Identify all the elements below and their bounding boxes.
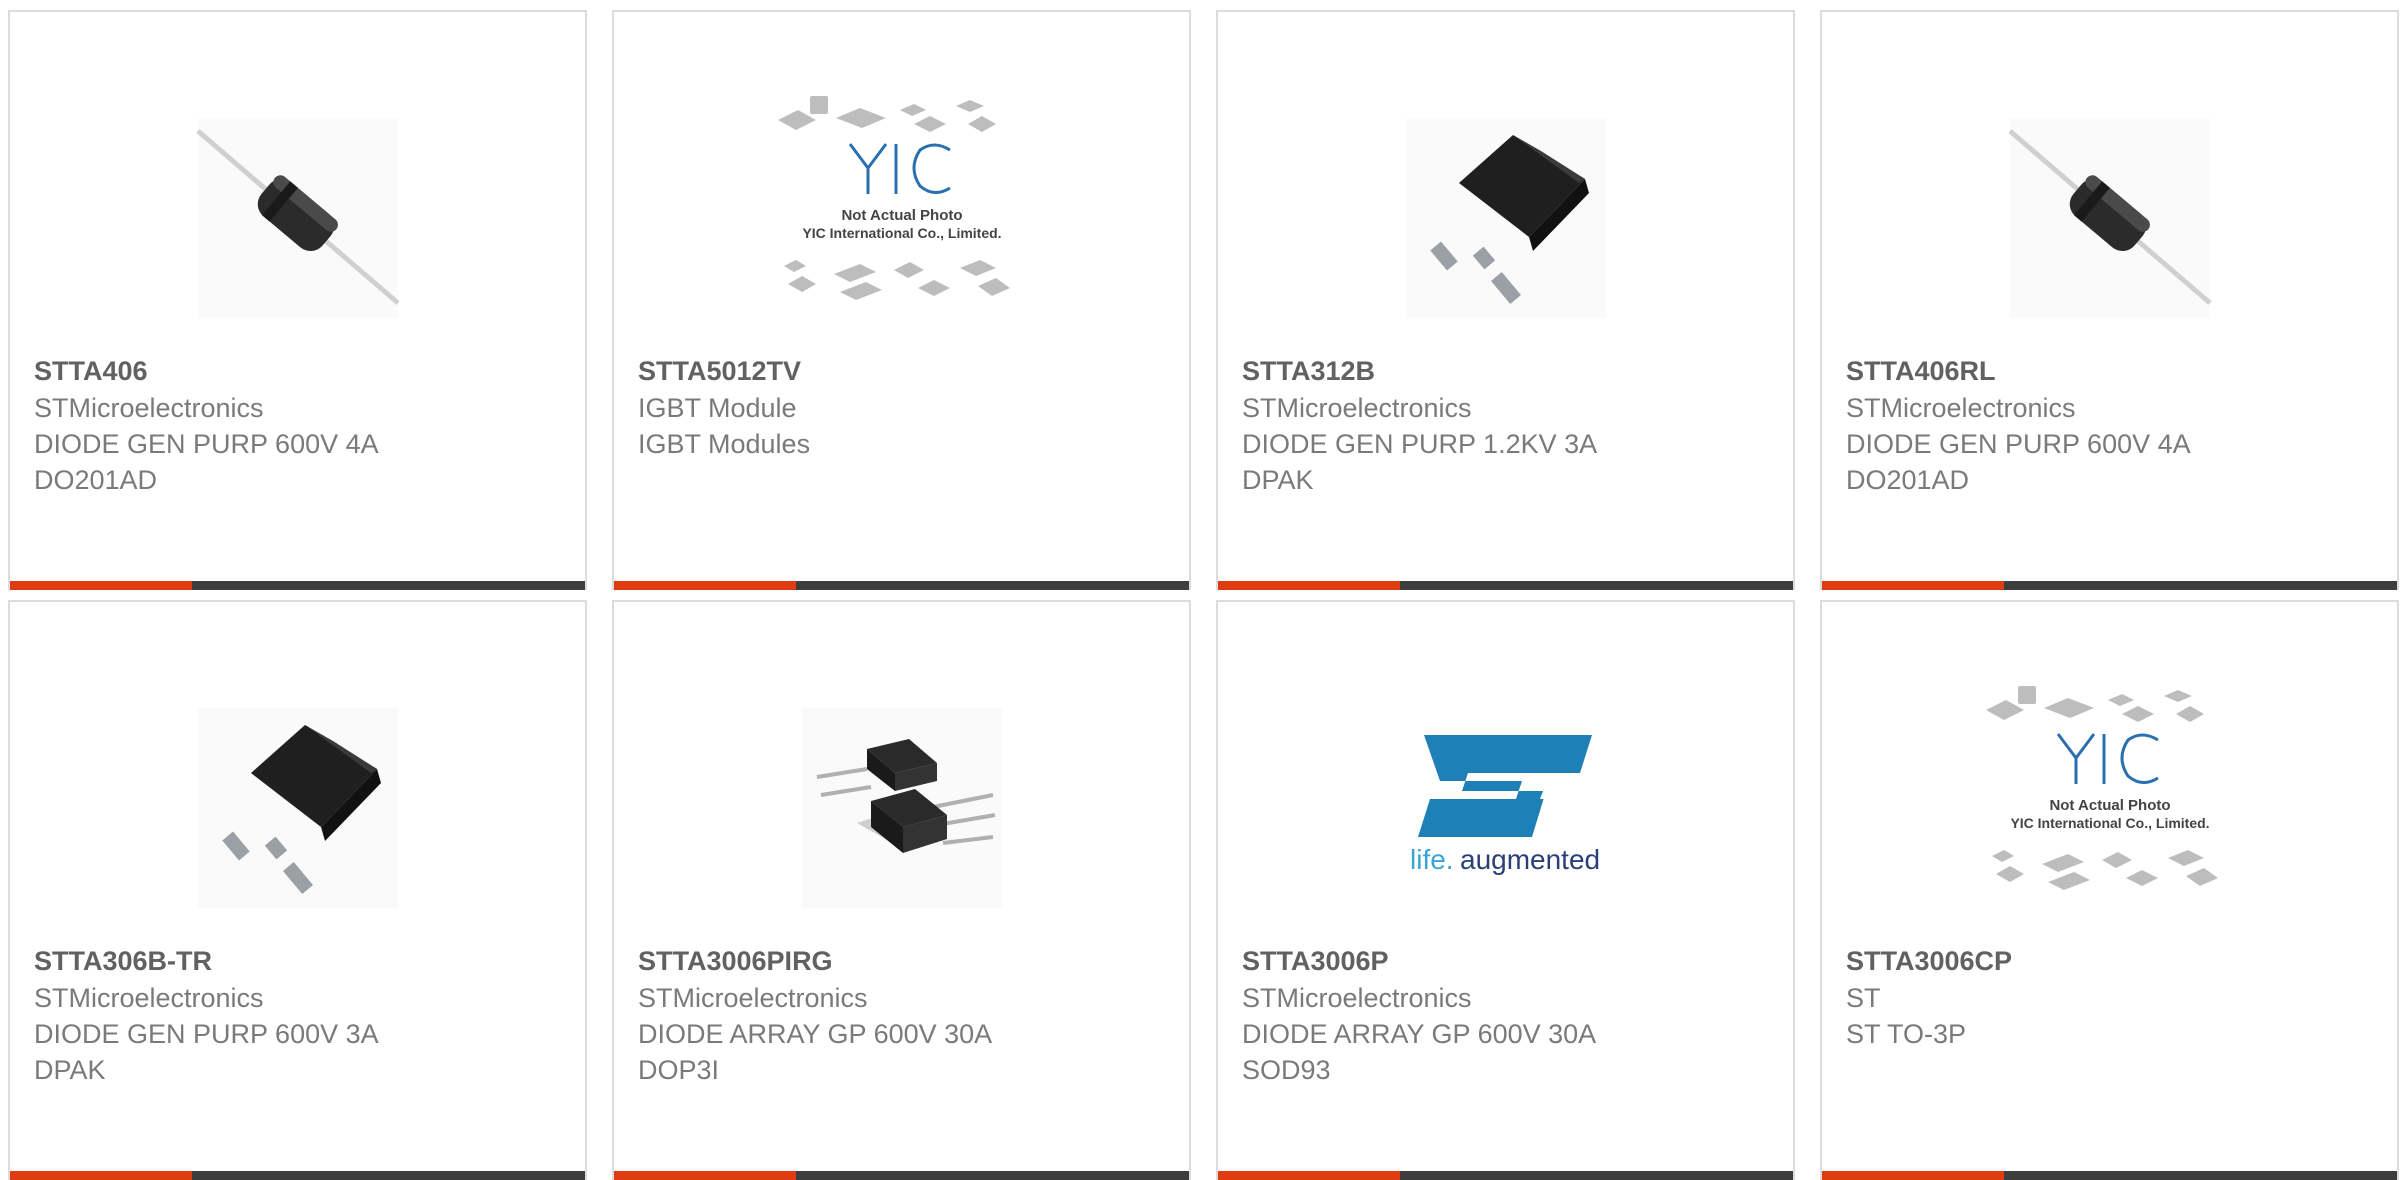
axial-diode-image — [2008, 118, 2212, 318]
card-accent-bar — [614, 581, 1189, 590]
svg-text:augmented: augmented — [1460, 844, 1600, 875]
svg-text:life.: life. — [1410, 844, 1454, 875]
part-number[interactable]: STTA3006P — [1242, 942, 1769, 980]
part-number[interactable]: STTA306B-TR — [34, 942, 561, 980]
svg-text:Not Actual Photo: Not Actual Photo — [841, 207, 962, 224]
st-logo-image: life. augmented — [1410, 735, 1600, 875]
package: DPAK — [1242, 465, 1314, 495]
package: DPAK — [34, 1055, 106, 1085]
card-accent-bar — [614, 1171, 1189, 1180]
dpak-image — [1406, 118, 1606, 318]
product-image[interactable]: Not Actual Photo YIC International Co., … — [764, 80, 1040, 356]
product-card[interactable]: Not Actual Photo YIC International Co., … — [612, 10, 1191, 590]
yic-placeholder-image: Not Actual Photo YIC International Co., … — [778, 96, 1010, 300]
product-card[interactable]: life. augmented STTA3006P STMicroelectro… — [1216, 600, 1795, 1180]
product-card[interactable]: STTA306B-TR STMicroelectronics DIODE GEN… — [8, 600, 587, 1180]
part-number[interactable]: STTA5012TV — [638, 352, 1165, 390]
description: DIODE GEN PURP 1.2KV 3A — [1242, 429, 1598, 459]
product-image[interactable] — [764, 670, 1040, 946]
description: IGBT Modules — [638, 429, 811, 459]
axial-diode-image — [196, 118, 400, 318]
to-package-image — [802, 708, 1002, 908]
product-image[interactable]: Not Actual Photo YIC International Co., … — [1972, 670, 2248, 946]
part-number[interactable]: STTA406 — [34, 352, 561, 390]
package: DO201AD — [34, 465, 158, 495]
package: SOD93 — [1242, 1055, 1331, 1085]
manufacturer: ST — [1846, 983, 1881, 1013]
product-image[interactable] — [160, 670, 436, 946]
package: DOP3I — [638, 1055, 720, 1085]
description: DIODE GEN PURP 600V 4A — [34, 429, 379, 459]
card-accent-bar — [1218, 581, 1793, 590]
product-card[interactable]: Not Actual Photo YIC International Co., … — [1820, 600, 2399, 1180]
part-number[interactable]: STTA3006CP — [1846, 942, 2373, 980]
part-number[interactable]: STTA3006PIRG — [638, 942, 1165, 980]
part-number[interactable]: STTA312B — [1242, 352, 1769, 390]
svg-text:Not Actual Photo: Not Actual Photo — [2049, 797, 2170, 814]
manufacturer: STMicroelectronics — [1242, 393, 1472, 423]
product-image[interactable]: life. augmented — [1368, 670, 1644, 946]
manufacturer: STMicroelectronics — [1242, 983, 1472, 1013]
product-image[interactable] — [1972, 80, 2248, 356]
card-accent-bar — [10, 1171, 585, 1180]
product-card[interactable]: STTA3006PIRG STMicroelectronics DIODE AR… — [612, 600, 1191, 1180]
card-accent-bar — [10, 581, 585, 590]
svg-text:YIC International Co., Limited: YIC International Co., Limited. — [2010, 815, 2209, 831]
card-accent-bar — [1218, 1171, 1793, 1180]
card-accent-bar — [1822, 581, 2397, 590]
manufacturer: STMicroelectronics — [1846, 393, 2076, 423]
manufacturer: IGBT Module — [638, 393, 797, 423]
manufacturer: STMicroelectronics — [638, 983, 868, 1013]
description: DIODE GEN PURP 600V 3A — [34, 1019, 379, 1049]
description: DIODE ARRAY GP 600V 30A — [638, 1019, 993, 1049]
product-image[interactable] — [160, 80, 436, 356]
svg-text:YIC International Co., Limited: YIC International Co., Limited. — [802, 225, 1001, 241]
manufacturer: STMicroelectronics — [34, 393, 264, 423]
dpak-image — [198, 708, 398, 908]
part-number[interactable]: STTA406RL — [1846, 352, 2373, 390]
product-card[interactable]: STTA406RL STMicroelectronics DIODE GEN P… — [1820, 10, 2399, 590]
product-card[interactable]: STTA406 STMicroelectronics DIODE GEN PUR… — [8, 10, 587, 590]
description: DIODE ARRAY GP 600V 30A — [1242, 1019, 1597, 1049]
manufacturer: STMicroelectronics — [34, 983, 264, 1013]
card-accent-bar — [1822, 1171, 2397, 1180]
product-card[interactable]: STTA312B STMicroelectronics DIODE GEN PU… — [1216, 10, 1795, 590]
yic-placeholder-image: Not Actual Photo YIC International Co., … — [1986, 686, 2218, 890]
description: DIODE GEN PURP 600V 4A — [1846, 429, 2191, 459]
description: ST TO-3P — [1846, 1019, 1967, 1049]
product-image[interactable] — [1368, 80, 1644, 356]
package: DO201AD — [1846, 465, 1970, 495]
